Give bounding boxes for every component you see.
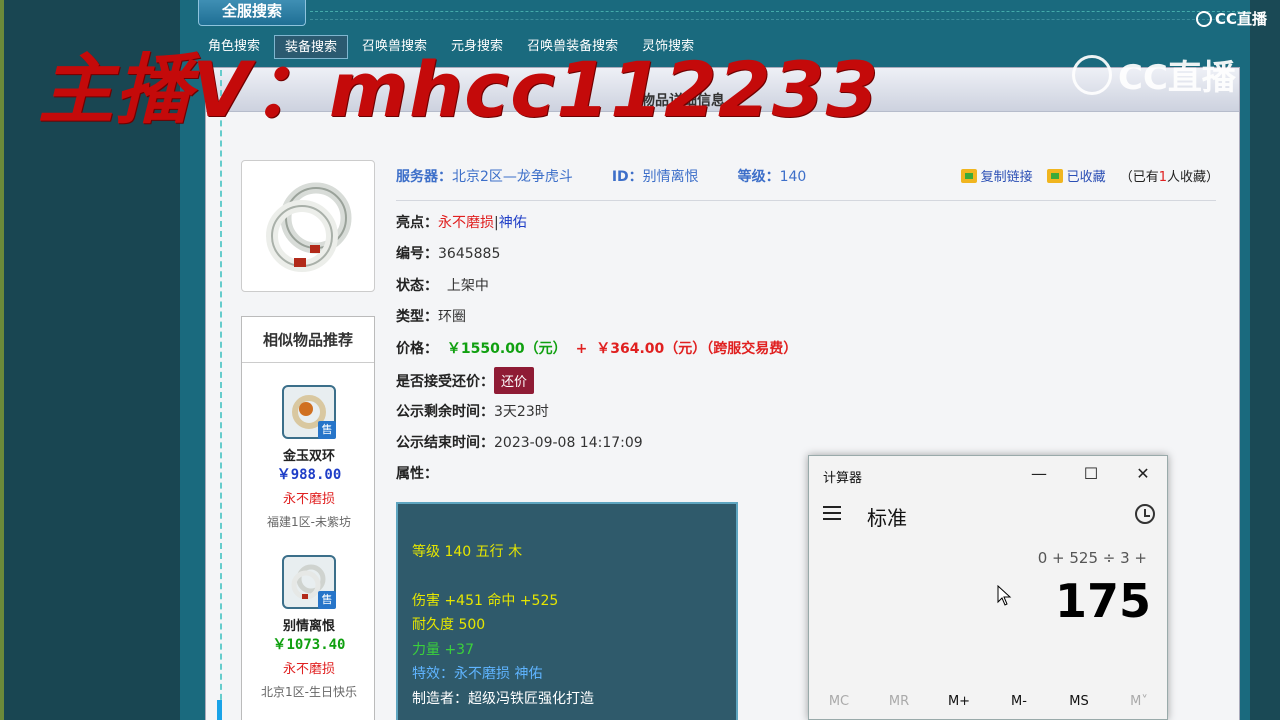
item-number: 3645885 [438,246,501,262]
similar-item[interactable]: 售 金玉双环 ￥988.00 永不磨损 福建1区-未紫坊 [242,385,376,530]
item-actions: 复制链接 已收藏 （已有1人收藏） [960,166,1219,185]
sale-badge: 售 [318,421,336,439]
highlight-tag: 神佑 [498,215,527,231]
attr-maker: 制造者：超级冯铁匠强化打造 [412,691,594,707]
memory-list-button[interactable]: M˅ [1114,694,1164,709]
calculator-title: 计算器 [823,471,863,486]
similar-item-tag: 永不磨损 [282,662,335,677]
level-label: 等级： [737,169,780,185]
number-row: 编号：3645885 [396,246,501,262]
cc-logo-icon [1072,54,1112,95]
end-time-row: 公示结束时间：2023-09-08 14:17:09 [396,435,643,451]
similar-items-panel: 相似物品推荐 售 金玉双环 ￥988.00 永不磨损 福建1区-未紫坊 售 别情… [241,316,375,720]
hamburger-menu-icon[interactable] [823,506,843,524]
item-status: 上架中 [446,278,489,294]
mouse-cursor-icon [997,585,1012,606]
attr-durability: 耐久度 500 [412,617,486,633]
similar-item-server: 北京1区-生日快乐 [261,685,357,699]
cc-live-logo-small: CC直播 [1196,8,1267,29]
copy-link-icon [960,168,977,183]
memory-recall-button[interactable]: MR [874,694,924,709]
cc-logo-icon [1196,10,1212,27]
streamer-watermark: 主播V：mhcc112233 [38,45,880,134]
highlight-row: 亮点：永不磨损|神佑 [396,215,527,231]
favorite-icon [1046,168,1063,183]
similar-item[interactable]: 售 别情离恨 ￥1073.40 永不磨损 北京1区-生日快乐 [242,555,376,700]
memory-clear-button[interactable]: MC [814,694,864,709]
counter-offer-row: 是否接受还价： 还价 [396,367,535,394]
similar-item-price: ￥1073.40 [272,637,346,653]
item-type: 环圈 [438,309,466,325]
divider [310,11,1250,12]
minimize-button[interactable]: — [1023,462,1055,486]
attributes-box: 等级 140 五行 木 伤害 +451 命中 +525 耐久度 500 力量 +… [396,502,738,720]
similar-title: 相似物品推荐 [242,317,374,363]
end-time: 2023-09-08 14:17:09 [494,435,643,451]
tab-global-search[interactable]: 全服搜索 [198,0,306,26]
ring-icon [266,182,352,272]
similar-item-name[interactable]: 金玉双环 [242,445,376,464]
calculator-mode: 标准 [867,506,907,530]
price-row: 价格： ￥1550.00（元） + ￥364.00（元）（跨服交易费） [396,341,798,357]
scroll-marker [217,700,222,720]
cross-server-fee: ￥364.00（元）（跨服交易费） [596,341,798,357]
memory-buttons: MC MR M+ M- MS M˅ [809,694,1169,709]
counter-offer-button[interactable]: 还价 [494,367,535,394]
memory-store-button[interactable]: MS [1054,694,1104,709]
id-value: 别情离恨 [642,169,699,185]
similar-item-tag: 永不磨损 [282,492,335,507]
highlight-tag: 永不磨损 [438,215,494,231]
attributes-label-row: 属性： [396,466,438,482]
id-label: ID： [611,169,643,185]
favorite-count: （已有1人收藏） [1119,170,1219,185]
server-value: 北京2区—龙争虎斗 [452,169,573,185]
divider [220,70,222,720]
server-row: 服务器：北京2区—龙争虎斗 ID：别情离恨 等级：140 [396,166,806,186]
cc-live-logo: CC直播 [1072,50,1236,99]
desktop-background-right [1250,0,1280,720]
memory-subtract-button[interactable]: M- [994,694,1044,709]
history-icon[interactable] [1135,504,1155,524]
attr-level: 等级 140 五行 木 [412,544,523,560]
close-button[interactable]: ✕ [1127,462,1159,486]
remaining-time-row: 公示剩余时间：3天23时 [396,404,549,420]
divider [310,19,1250,20]
attr-damage: 伤害 +451 命中 +525 [412,593,559,609]
remaining-time: 3天23时 [494,404,549,420]
item-thumbnail[interactable]: 售 [282,555,336,609]
similar-item-price: ￥988.00 [276,467,342,483]
calculator-display: 175 [1054,574,1151,628]
calculator-expression: 0 + 525 ÷ 3 + [1037,549,1147,567]
favorite-button[interactable]: 已收藏 [1046,166,1106,185]
copy-link-button[interactable]: 复制链接 [960,166,1033,185]
type-row: 类型：环圈 [396,309,466,325]
item-thumbnail[interactable]: 售 [282,385,336,439]
memory-add-button[interactable]: M+ [934,694,984,709]
calculator-window: 计算器 — ☐ ✕ 标准 0 + 525 ÷ 3 + 175 MC MR M+ … [808,455,1168,720]
similar-item-server: 福建1区-未紫坊 [267,515,351,529]
similar-item-name[interactable]: 别情离恨 [242,615,376,634]
server-label: 服务器： [396,169,452,185]
item-image [241,160,375,292]
divider [396,200,1216,201]
sale-badge: 售 [318,591,336,609]
maximize-button[interactable]: ☐ [1075,462,1107,486]
attr-effect: 特效：永不磨损 神佑 [412,666,543,682]
item-price: ￥1550.00（元） [446,341,567,357]
level-value: 140 [779,169,807,185]
attr-strength: 力量 +37 [412,642,474,658]
status-row: 状态： 上架中 [396,278,489,294]
